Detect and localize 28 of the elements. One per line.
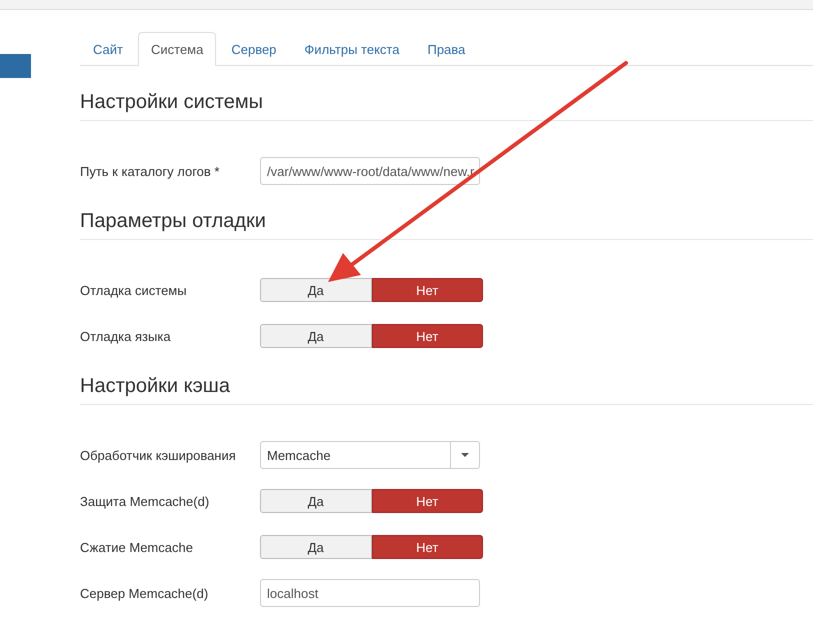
field-label: Путь к каталогу логов * [80,164,220,178]
field-label: Обработчик кэширования [80,448,237,462]
field-label: Сжатие Memcache [80,540,194,554]
tab[interactable]: Права [414,32,478,66]
toggle-option[interactable]: Нет [372,278,483,302]
caret-icon [461,453,469,457]
tab[interactable]: Фильтры текста [291,32,412,66]
section-heading: Параметры отладки [80,207,813,240]
tab[interactable]: Сервер [218,32,290,66]
toggle-option[interactable]: Нет [372,535,483,559]
field-label: Отладка системы [80,282,188,298]
toggle-option[interactable]: Да [260,324,372,348]
toggle-option[interactable]: Да [260,535,372,559]
dropdown-field[interactable]: Memcache [260,441,480,469]
toggle-option[interactable]: Нет [372,489,483,513]
toggle-option[interactable]: Да [260,278,372,302]
toggle-option[interactable]: Нет [372,324,483,348]
input-field[interactable]: /var/www/www-root/data/www/new.r [260,157,480,185]
section-heading: Настройки системы [80,88,813,121]
tab[interactable]: Система [138,32,216,66]
field-label: Сервер Memcache(d) [80,586,210,600]
section-heading: Настройки кэша [80,372,813,405]
toggle-option[interactable]: Да [260,489,372,513]
input-field[interactable]: localhost [260,579,480,607]
tab[interactable]: Сайт [80,32,136,66]
field-label: Защита Memcache(d) [80,494,210,508]
field-label: Отладка языка [80,328,172,344]
sidebar-bar [0,54,31,78]
